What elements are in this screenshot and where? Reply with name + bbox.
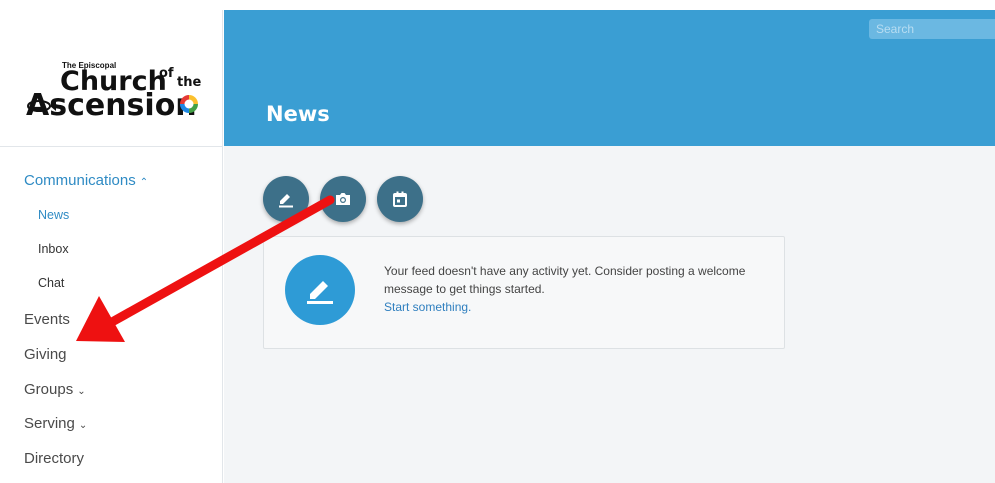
page-header: News [224, 10, 995, 146]
pencil-icon [279, 194, 293, 208]
sidebar-item-label: Giving [24, 346, 67, 363]
sidebar-item-chat[interactable]: Chat [38, 276, 64, 290]
sidebar-item-serving[interactable]: Serving ⌄ [24, 415, 87, 432]
rainbow-o-icon [180, 95, 198, 113]
sidebar-item-groups[interactable]: Groups ⌄ [24, 381, 86, 398]
sidebar-item-label: Groups [24, 381, 74, 398]
event-post-button[interactable] [377, 176, 423, 222]
sidebar-item-label: Communications [24, 172, 136, 189]
sidebar-item-label: Directory [24, 450, 85, 467]
chevron-down-icon: ⌄ [77, 386, 86, 397]
photo-post-button[interactable] [320, 176, 366, 222]
page-title: News [266, 102, 330, 126]
empty-feed-message: Your feed doesn't have any activity yet.… [384, 262, 764, 316]
camera-icon [336, 193, 350, 205]
church-logo-mark: The Episcopal Church of the Ascension [26, 61, 201, 123]
empty-feed-icon [285, 255, 355, 325]
sidebar-item-label: Chat [38, 276, 65, 290]
church-logo[interactable]: The Episcopal Church of the Ascension [0, 10, 222, 147]
sidebar-item-label: Events [24, 311, 70, 328]
sidebar-item-giving[interactable]: Giving [24, 346, 67, 363]
sidebar-item-news[interactable]: News [38, 208, 69, 222]
new-post-button[interactable] [263, 176, 309, 222]
logo-of-text: of [159, 66, 174, 81]
sidebar: The Episcopal Church of the Ascension Co… [0, 10, 223, 483]
sidebar-item-events[interactable]: Events [24, 311, 70, 328]
search-input[interactable] [869, 19, 995, 39]
sidebar-item-communications[interactable]: Communications ⌃ [24, 172, 148, 189]
start-something-link[interactable]: Start something. [384, 298, 764, 316]
sidebar-item-directory[interactable]: Directory [24, 450, 84, 467]
calendar-icon [393, 191, 407, 207]
sidebar-item-inbox[interactable]: Inbox [38, 242, 69, 256]
chevron-up-icon: ⌃ [139, 177, 149, 188]
sidebar-item-label: Inbox [38, 242, 69, 256]
empty-feed-card: Your feed doesn't have any activity yet.… [263, 236, 785, 349]
empty-feed-text: Your feed doesn't have any activity yet.… [384, 264, 746, 296]
pencil-icon [307, 281, 333, 304]
feed-area: Your feed doesn't have any activity yet.… [224, 146, 995, 483]
sidebar-item-label: News [38, 208, 70, 222]
chevron-down-icon: ⌄ [78, 420, 88, 431]
sidebar-item-label: Serving [24, 415, 75, 432]
